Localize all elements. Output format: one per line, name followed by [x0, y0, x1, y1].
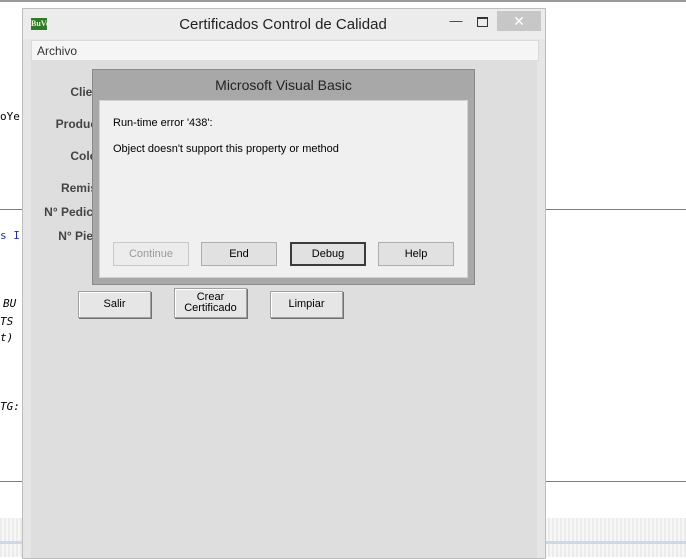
dialog-title: Microsoft Visual Basic	[215, 77, 352, 93]
code-fragment: TS	[0, 315, 14, 328]
menu-bar: Archivo	[31, 40, 539, 61]
label-remision: Remis	[60, 181, 97, 195]
crear-label-line2: Certificado	[184, 302, 237, 314]
code-fragment: TG:	[0, 400, 20, 413]
maximize-button[interactable]	[469, 11, 495, 31]
maximize-icon	[476, 16, 488, 27]
salir-button[interactable]: Salir	[78, 291, 151, 318]
close-button[interactable]: ✕	[497, 11, 541, 31]
help-button[interactable]: Help	[378, 242, 454, 266]
limpiar-label: Limpiar	[288, 298, 325, 310]
code-fragment: BU	[3, 297, 17, 310]
label-pedido: N° Pedic	[44, 205, 93, 219]
crear-certificado-button[interactable]: Crear Certificado	[174, 288, 247, 318]
salir-label: Salir	[103, 298, 126, 310]
code-fragment: t)	[0, 331, 14, 344]
label-pieza: N° Pie	[58, 229, 93, 243]
limpiar-button[interactable]: Limpiar	[270, 291, 343, 318]
error-dialog: Microsoft Visual Basic Run-time error '4…	[92, 69, 475, 285]
code-fragment: oYe	[0, 110, 20, 123]
code-fragment: s I	[0, 229, 20, 242]
error-code-text: Run-time error '438':	[113, 117, 213, 129]
label-color: Colo	[70, 149, 97, 163]
error-message-text: Object doesn't support this property or …	[113, 143, 339, 155]
title-bar[interactable]: BuVo Certificados Control de Calidad — ✕	[23, 9, 545, 39]
dialog-body: Run-time error '438': Object doesn't sup…	[99, 100, 468, 278]
menu-archivo[interactable]: Archivo	[37, 44, 77, 58]
end-button[interactable]: End	[201, 242, 277, 266]
continue-button[interactable]: Continue	[113, 242, 189, 266]
debug-button[interactable]: Debug	[290, 242, 366, 266]
editor-top-border	[0, 0, 686, 2]
label-producto: Produc	[55, 117, 97, 131]
minimize-button[interactable]: —	[443, 11, 469, 31]
